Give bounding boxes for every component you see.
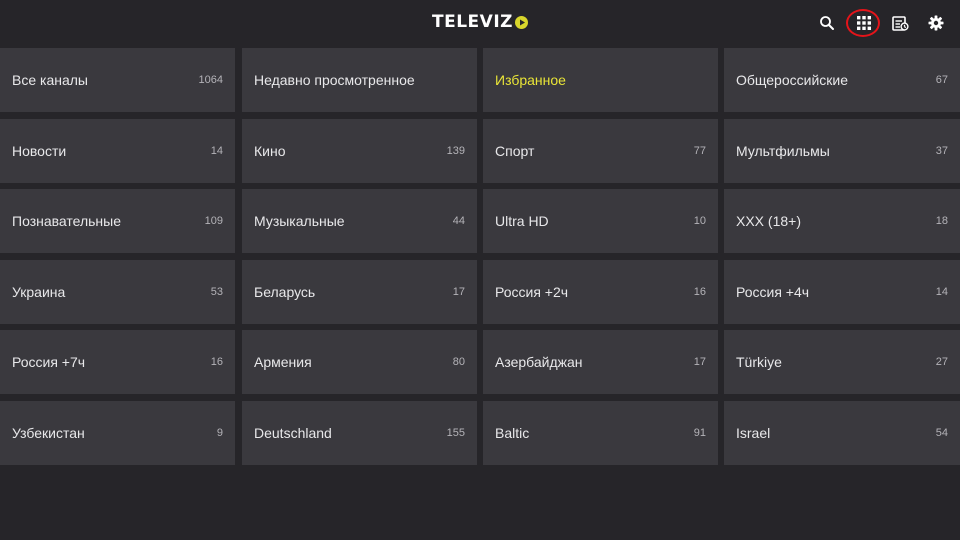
category-tile[interactable]: Ultra HD 10 bbox=[483, 189, 718, 253]
category-tile[interactable]: Избранное bbox=[483, 48, 718, 112]
annotation-circle bbox=[846, 9, 880, 37]
channel-count: 109 bbox=[204, 215, 223, 227]
category-label: Россия +4ч bbox=[736, 284, 810, 300]
category-label: Армения bbox=[254, 354, 312, 370]
channel-count: 16 bbox=[693, 286, 706, 298]
channel-count: 1064 bbox=[198, 74, 223, 86]
category-label: Россия +7ч bbox=[12, 354, 86, 370]
category-label: Ultra HD bbox=[495, 213, 549, 229]
category-tile[interactable]: Недавно просмотренное bbox=[242, 48, 477, 112]
category-tile[interactable]: Беларусь 17 bbox=[242, 260, 477, 324]
category-label: Избранное bbox=[495, 72, 566, 88]
category-tile[interactable]: Кино 139 bbox=[242, 119, 477, 183]
category-label: Беларусь bbox=[254, 284, 316, 300]
logo-text: TELEVIZ bbox=[432, 12, 513, 32]
category-label: Новости bbox=[12, 143, 67, 159]
category-tile[interactable]: Deutschland 155 bbox=[242, 401, 477, 465]
search-icon bbox=[820, 16, 834, 30]
channel-count: 14 bbox=[935, 286, 948, 298]
category-label: Deutschland bbox=[254, 425, 332, 441]
category-label: Познавательные bbox=[12, 213, 122, 229]
category-label: Israel bbox=[736, 425, 771, 441]
category-tile[interactable]: Общероссийские 67 bbox=[724, 48, 960, 112]
channel-count: 54 bbox=[935, 427, 948, 439]
channel-count: 155 bbox=[446, 427, 465, 439]
channel-count: 10 bbox=[693, 215, 706, 227]
category-label: Кино bbox=[254, 143, 286, 159]
category-tile[interactable]: Россия +4ч 14 bbox=[724, 260, 960, 324]
channel-count: 17 bbox=[693, 356, 706, 368]
category-label: Азербайджан bbox=[495, 354, 583, 370]
channel-count: 18 bbox=[935, 215, 948, 227]
channel-count: 53 bbox=[210, 286, 223, 298]
category-tile[interactable]: Мультфильмы 37 bbox=[724, 119, 960, 183]
channel-count: 27 bbox=[935, 356, 948, 368]
category-label: Все каналы bbox=[12, 72, 88, 88]
category-tile[interactable]: Все каналы 1064 bbox=[0, 48, 235, 112]
category-tile[interactable]: Азербайджан 17 bbox=[483, 330, 718, 394]
category-tile[interactable]: Israel 54 bbox=[724, 401, 960, 465]
category-tile[interactable]: Познавательные 109 bbox=[0, 189, 235, 253]
category-label: Музыкальные bbox=[254, 213, 345, 229]
category-label: Недавно просмотренное bbox=[254, 72, 415, 88]
channel-count: 77 bbox=[693, 145, 706, 157]
category-tile[interactable]: Узбекистан 9 bbox=[0, 401, 235, 465]
channel-count: 14 bbox=[210, 145, 223, 157]
category-tile[interactable]: XXX (18+) 18 bbox=[724, 189, 960, 253]
settings-button[interactable] bbox=[923, 10, 949, 36]
play-logo-icon bbox=[514, 15, 528, 29]
category-tile[interactable]: Türkiye 27 bbox=[724, 330, 960, 394]
category-label: Türkiye bbox=[736, 354, 782, 370]
channel-count: 91 bbox=[693, 427, 706, 439]
category-label: Мультфильмы bbox=[736, 143, 830, 159]
category-tile[interactable]: Россия +2ч 16 bbox=[483, 260, 718, 324]
category-tile[interactable]: Baltic 91 bbox=[483, 401, 718, 465]
search-button[interactable] bbox=[814, 10, 840, 36]
category-tile[interactable]: Россия +7ч 16 bbox=[0, 330, 235, 394]
tv-guide-button[interactable] bbox=[887, 10, 913, 36]
category-tile[interactable]: Спорт 77 bbox=[483, 119, 718, 183]
tv-guide-icon bbox=[891, 15, 909, 31]
category-label: Узбекистан bbox=[12, 425, 85, 441]
gear-icon bbox=[928, 15, 944, 31]
channel-count: 44 bbox=[452, 215, 465, 227]
category-tile[interactable]: Армения 80 bbox=[242, 330, 477, 394]
channel-count: 37 bbox=[935, 145, 948, 157]
category-label: Общероссийские bbox=[736, 72, 848, 88]
category-tile[interactable]: Украина 53 bbox=[0, 260, 235, 324]
category-tile[interactable]: Музыкальные 44 bbox=[242, 189, 477, 253]
category-label: Baltic bbox=[495, 425, 530, 441]
category-tile[interactable]: Новости 14 bbox=[0, 119, 235, 183]
channel-count: 80 bbox=[452, 356, 465, 368]
category-label: XXX (18+) bbox=[736, 213, 801, 229]
top-bar: TELEVIZ bbox=[0, 0, 960, 46]
category-label: Спорт bbox=[495, 143, 535, 159]
channel-count: 16 bbox=[210, 356, 223, 368]
category-label: Украина bbox=[12, 284, 66, 300]
channel-count: 17 bbox=[452, 286, 465, 298]
channel-count: 139 bbox=[446, 145, 465, 157]
channel-count: 67 bbox=[935, 74, 948, 86]
category-label: Россия +2ч bbox=[495, 284, 569, 300]
channel-count: 9 bbox=[216, 427, 223, 439]
